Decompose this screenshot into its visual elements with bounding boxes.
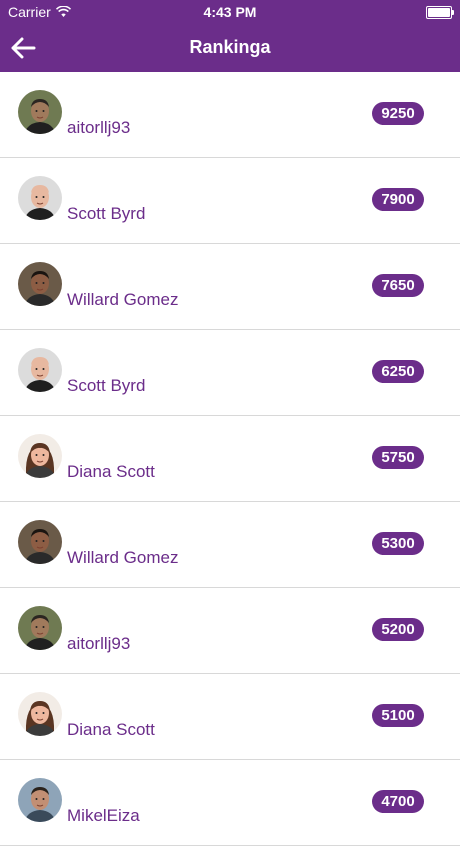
- nav-bar: Rankinga: [0, 24, 460, 72]
- avatar: [18, 778, 62, 822]
- score-badge: 5300: [372, 532, 424, 555]
- score-badge: 5750: [372, 446, 424, 469]
- avatar: [18, 606, 62, 650]
- score-badge: 7900: [372, 188, 424, 211]
- player-name: MikelEiza: [67, 806, 140, 825]
- avatar: [18, 692, 62, 736]
- score-badge: 7650: [372, 274, 424, 297]
- ranking-row[interactable]: Scott Byrd 7900: [0, 158, 460, 244]
- player-name: Diana Scott: [67, 462, 155, 481]
- score-badge: 5100: [372, 704, 424, 727]
- ranking-row[interactable]: Diana Scott 5100: [0, 674, 460, 760]
- ranking-row[interactable]: aitorllj93 9250: [0, 72, 460, 158]
- ranking-row[interactable]: Diana Scott 5750: [0, 416, 460, 502]
- avatar: [18, 348, 62, 392]
- ranking-row[interactable]: Willard Gomez 7650: [0, 244, 460, 330]
- avatar: [18, 90, 62, 134]
- ranking-row[interactable]: aitorllj93 5200: [0, 588, 460, 674]
- ranking-list: aitorllj93 9250 Scott Byrd 7900 Willard …: [0, 72, 460, 846]
- score-badge: 4700: [372, 790, 424, 813]
- ranking-row[interactable]: Scott Byrd 6250: [0, 330, 460, 416]
- avatar: [18, 520, 62, 564]
- player-name: Willard Gomez: [67, 290, 179, 309]
- status-bar: Carrier 4:43 PM: [0, 0, 460, 24]
- battery-icon: [426, 6, 454, 19]
- ranking-row[interactable]: Willard Gomez 5300: [0, 502, 460, 588]
- score-badge: 6250: [372, 360, 424, 383]
- player-name: aitorllj93: [67, 634, 131, 653]
- score-badge: 5200: [372, 618, 424, 641]
- player-name: Willard Gomez: [67, 548, 179, 567]
- ranking-row[interactable]: MikelEiza 4700: [0, 760, 460, 846]
- avatar: [18, 262, 62, 306]
- player-name: Scott Byrd: [67, 376, 146, 395]
- player-name: Diana Scott: [67, 720, 155, 739]
- player-name: Scott Byrd: [67, 204, 146, 223]
- score-badge: 9250: [372, 102, 424, 125]
- player-name: aitorllj93: [67, 118, 131, 137]
- avatar: [18, 176, 62, 220]
- page-title: Rankinga: [189, 37, 271, 57]
- avatar: [18, 434, 62, 478]
- status-time: 4:43 PM: [203, 4, 257, 20]
